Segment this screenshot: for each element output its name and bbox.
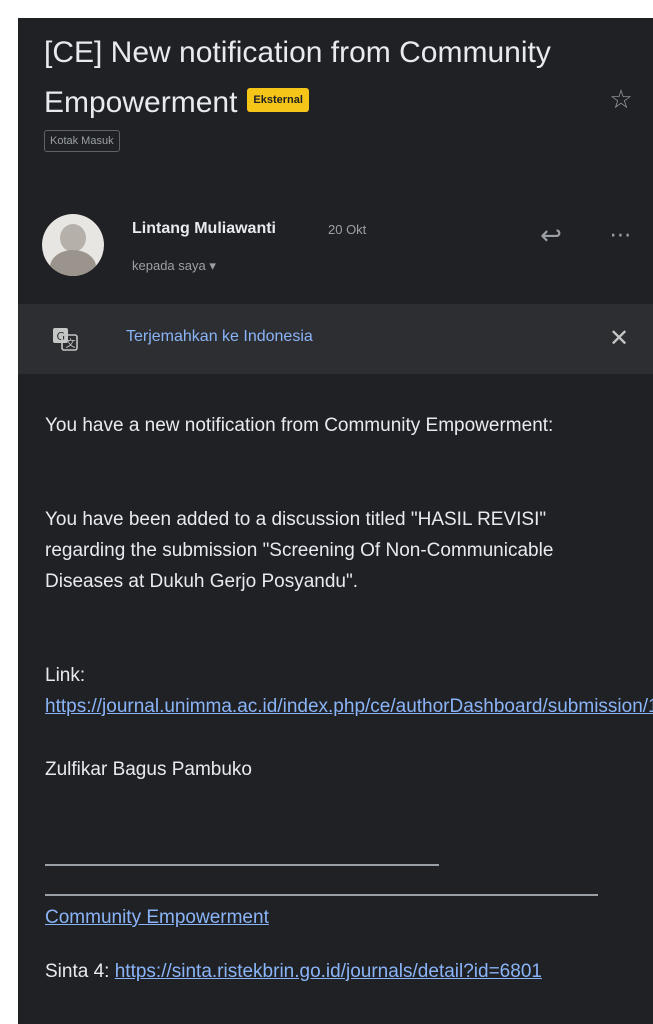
translate-link[interactable]: Terjemahkan ke Indonesia: [126, 328, 313, 346]
email-subject: [CE] New notification from Community Emp…: [44, 28, 584, 128]
journal-link[interactable]: Community Empowerment: [45, 907, 269, 928]
sinta-link[interactable]: https://sinta.ristekbrin.go.id/journals/…: [115, 961, 542, 982]
email-date: 20 Okt: [328, 222, 367, 237]
recipient-details[interactable]: kepada saya ▾: [132, 258, 216, 274]
submission-link[interactable]: https://journal.unimma.ac.id/index.php/c…: [45, 696, 653, 717]
avatar-body: [50, 250, 96, 276]
link-line: Link: https://journal.unimma.ac.id/index…: [45, 660, 653, 722]
close-icon[interactable]: ✕: [604, 324, 634, 354]
external-badge: Eksternal: [247, 88, 309, 113]
journal-footer: Community Empowerment: [45, 902, 625, 933]
translate-bar: G 文 Terjemahkan ke Indonesia ✕: [18, 304, 653, 374]
discussion-message: You have been added to a discussion titl…: [45, 509, 554, 592]
svg-text:文: 文: [66, 337, 76, 350]
link-label: Link:: [45, 665, 86, 686]
notification-intro: You have a new notification from Communi…: [45, 415, 554, 436]
sinta-line: Sinta 4: https://sinta.ristekbrin.go.id/…: [45, 956, 625, 987]
sender-name[interactable]: Lintang Muliawanti: [132, 220, 276, 238]
sinta-label: Sinta 4:: [45, 961, 110, 982]
more-icon[interactable]: ⋯: [604, 218, 638, 252]
divider-line: [45, 894, 598, 896]
divider-line: [45, 864, 439, 866]
avatar-head: [60, 224, 86, 252]
reply-icon[interactable]: ↩: [534, 218, 568, 252]
signature: Zulfikar Bagus Pambuko: [45, 759, 252, 780]
star-icon[interactable]: ☆: [606, 84, 636, 114]
inbox-label-chip[interactable]: Kotak Masuk: [44, 130, 120, 152]
svg-text:G: G: [57, 330, 66, 343]
translate-icon[interactable]: G 文: [52, 327, 78, 351]
avatar[interactable]: [42, 214, 104, 276]
email-view: [CE] New notification from Community Emp…: [18, 18, 653, 1024]
